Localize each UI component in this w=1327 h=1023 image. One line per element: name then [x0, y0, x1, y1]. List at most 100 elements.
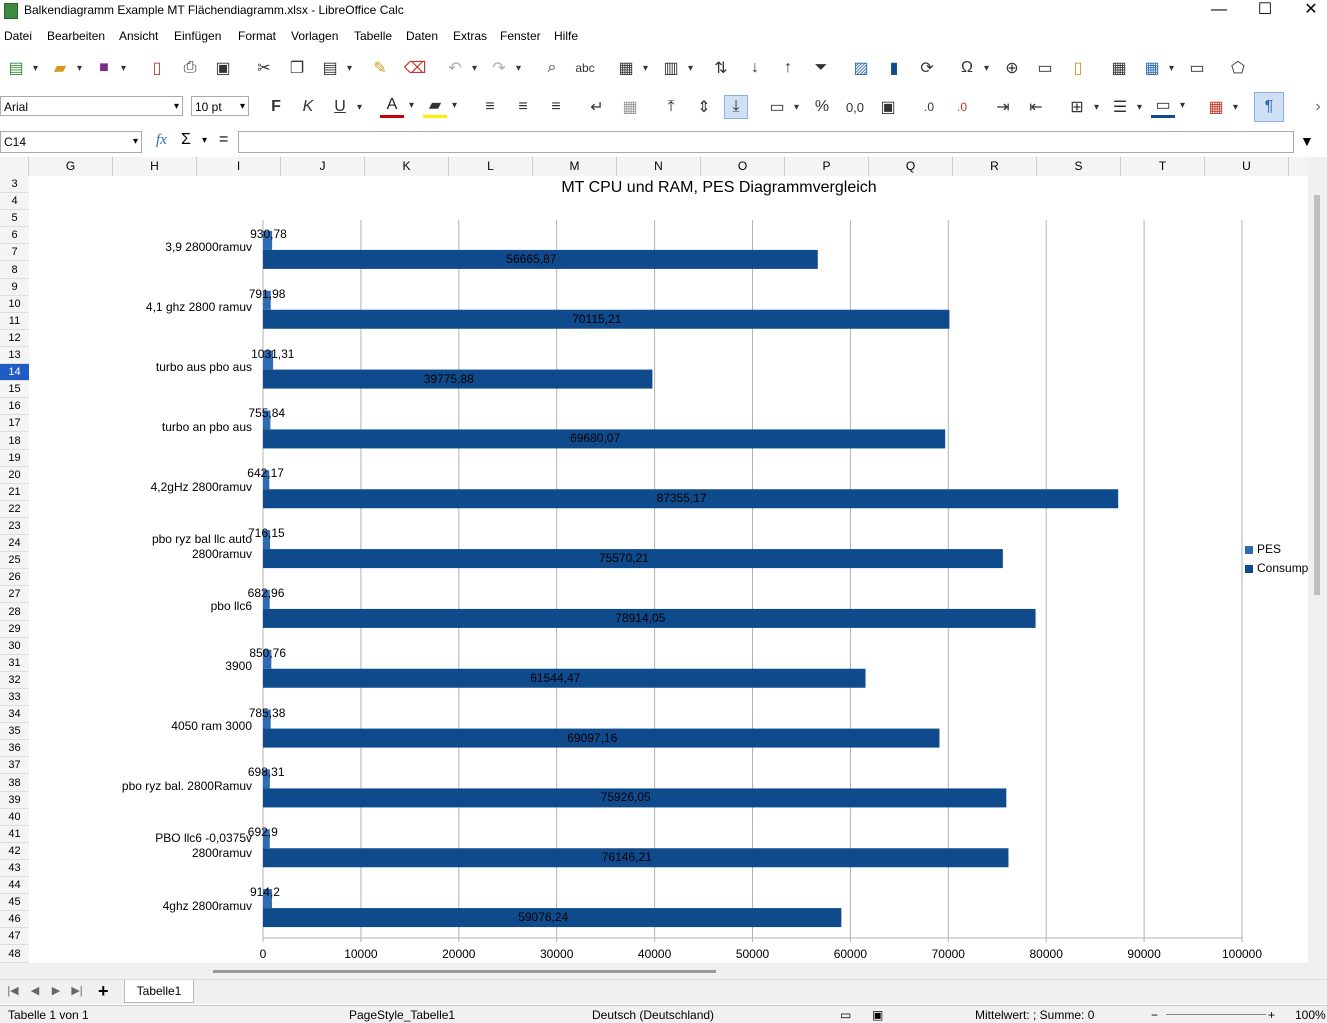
open-folder-icon[interactable]: ▰: [48, 56, 82, 80]
menu-extras[interactable]: Extras: [453, 29, 487, 43]
column-header[interactable]: G: [29, 157, 113, 176]
menu-fenster[interactable]: Fenster: [500, 29, 541, 43]
vertical-scrollbar[interactable]: [1308, 157, 1327, 963]
row-header[interactable]: 46: [0, 911, 29, 929]
row-header[interactable]: 16: [0, 398, 29, 416]
clone-formatting-icon[interactable]: ✎: [368, 56, 392, 80]
formula-input[interactable]: [238, 131, 1294, 153]
special-character-icon[interactable]: Ω: [955, 56, 989, 80]
find-replace-icon[interactable]: ⌕: [540, 56, 564, 80]
formula-icon[interactable]: =: [219, 131, 228, 149]
row-header[interactable]: 5: [0, 210, 29, 228]
italic-button[interactable]: K: [296, 95, 320, 119]
chevron-down-icon[interactable]: ▾: [133, 132, 138, 152]
row-header[interactable]: 21: [0, 484, 29, 501]
previous-sheet-icon[interactable]: ◀: [27, 984, 43, 997]
chevron-down-icon[interactable]: ▾: [202, 135, 207, 146]
column-header[interactable]: I: [197, 157, 281, 176]
row-header[interactable]: 19: [0, 450, 29, 467]
copy-icon[interactable]: ❐: [285, 56, 309, 80]
next-sheet-icon[interactable]: ▶: [48, 984, 64, 997]
sidebar-toggle-icon[interactable]: ¶: [1254, 92, 1284, 122]
align-bottom-icon[interactable]: ⤓: [724, 95, 748, 119]
hyperlink-icon[interactable]: ⊕: [1000, 56, 1024, 80]
row-header[interactable]: 34: [0, 706, 29, 724]
row-header[interactable]: 45: [0, 894, 29, 912]
header-footer-icon[interactable]: ▯: [1066, 56, 1090, 80]
maximize-button[interactable]: ☐: [1242, 0, 1288, 22]
row-header[interactable]: 15: [0, 381, 29, 399]
new-document-icon[interactable]: ▤: [4, 56, 38, 80]
row-header[interactable]: 3: [0, 176, 29, 193]
sheet-tab[interactable]: Tabelle1: [124, 980, 194, 1003]
border-style-icon[interactable]: ☰: [1108, 95, 1142, 119]
center-vertically-icon[interactable]: ⇕: [692, 95, 716, 119]
align-top-icon[interactable]: ⤒: [659, 95, 683, 119]
chevron-down-icon[interactable]: ▾: [240, 97, 245, 117]
expand-formula-bar-icon[interactable]: ▼: [1300, 133, 1314, 149]
font-name-box[interactable]: Arial ▾: [0, 96, 183, 116]
save-icon[interactable]: ■: [92, 56, 126, 80]
sum-icon[interactable]: Σ: [181, 131, 191, 149]
wrap-text-icon[interactable]: ↵: [585, 95, 609, 119]
font-size-box[interactable]: 10 pt ▾: [191, 96, 249, 116]
column-header[interactable]: T: [1121, 157, 1205, 176]
align-center-icon[interactable]: ≡: [511, 95, 535, 119]
increase-indent-icon[interactable]: ⇥: [991, 95, 1015, 119]
row-header[interactable]: 28: [0, 604, 29, 621]
menu-daten[interactable]: Daten: [406, 29, 438, 43]
comment-icon[interactable]: ▭: [1033, 56, 1057, 80]
paste-icon[interactable]: ▤: [318, 56, 352, 80]
row-header[interactable]: 48: [0, 946, 29, 963]
chevron-down-icon[interactable]: ▾: [174, 97, 179, 117]
corner-select-all[interactable]: [0, 157, 29, 176]
menu-hilfe[interactable]: Hilfe: [554, 29, 578, 43]
date-format-icon[interactable]: ▣: [876, 95, 900, 119]
zoom-slider[interactable]: [1166, 1014, 1266, 1015]
currency-format-icon[interactable]: ▭: [765, 95, 799, 119]
vertical-scrollbar-thumb[interactable]: [1314, 195, 1320, 595]
row-header[interactable]: 17: [0, 415, 29, 433]
pivot-table-icon[interactable]: ⟳: [915, 56, 939, 80]
column-header[interactable]: P: [785, 157, 869, 176]
conditional-format-icon[interactable]: ▦: [1204, 95, 1238, 119]
cut-icon[interactable]: ✂: [252, 56, 276, 80]
row-header[interactable]: 30: [0, 638, 29, 655]
clear-formatting-icon[interactable]: ⌫: [403, 56, 427, 80]
row-header[interactable]: 22: [0, 501, 29, 518]
row-header[interactable]: 32: [0, 672, 29, 689]
menu-bearbeiten[interactable]: Bearbeiten: [47, 29, 105, 43]
row-header[interactable]: 27: [0, 586, 29, 604]
row-header[interactable]: 6: [0, 227, 29, 245]
name-box[interactable]: C14 ▾: [0, 131, 142, 153]
column-header[interactable]: U: [1205, 157, 1289, 176]
page-style[interactable]: PageStyle_Tabelle1: [349, 1008, 455, 1022]
delete-decimal-icon[interactable]: .0: [950, 95, 974, 119]
menu-einfuegen[interactable]: Einfügen: [174, 29, 221, 43]
border-color-icon[interactable]: ▭: [1151, 95, 1185, 118]
row-header[interactable]: 9: [0, 279, 29, 296]
column-header[interactable]: N: [617, 157, 701, 176]
zoom-in-icon[interactable]: +: [1268, 1008, 1275, 1022]
column-header[interactable]: Q: [869, 157, 953, 176]
sort-ascending-icon[interactable]: ↓: [743, 56, 767, 80]
font-color-icon[interactable]: A: [380, 95, 414, 118]
autofilter-icon[interactable]: ⏷: [809, 56, 833, 80]
row-header[interactable]: 25: [0, 552, 29, 570]
horizontal-scrollbar[interactable]: [0, 963, 1327, 979]
column-header[interactable]: O: [701, 157, 785, 176]
insert-image-icon[interactable]: ▨: [849, 56, 873, 80]
row-header[interactable]: 4: [0, 193, 29, 211]
column-icon[interactable]: ▥: [659, 56, 693, 80]
print-icon[interactable]: ⎙: [178, 56, 202, 80]
menu-ansicht[interactable]: Ansicht: [119, 29, 158, 43]
row-header[interactable]: 47: [0, 928, 29, 946]
horizontal-scrollbar-thumb[interactable]: [213, 970, 716, 973]
column-header[interactable]: M: [533, 157, 617, 176]
sort-descending-icon[interactable]: ↑: [776, 56, 800, 80]
undo-icon[interactable]: ↶: [443, 56, 477, 80]
bold-button[interactable]: F: [264, 95, 288, 119]
language[interactable]: Deutsch (Deutschland): [592, 1008, 714, 1022]
export-pdf-icon[interactable]: ▯: [145, 56, 169, 80]
percent-format-button[interactable]: %: [810, 95, 834, 119]
